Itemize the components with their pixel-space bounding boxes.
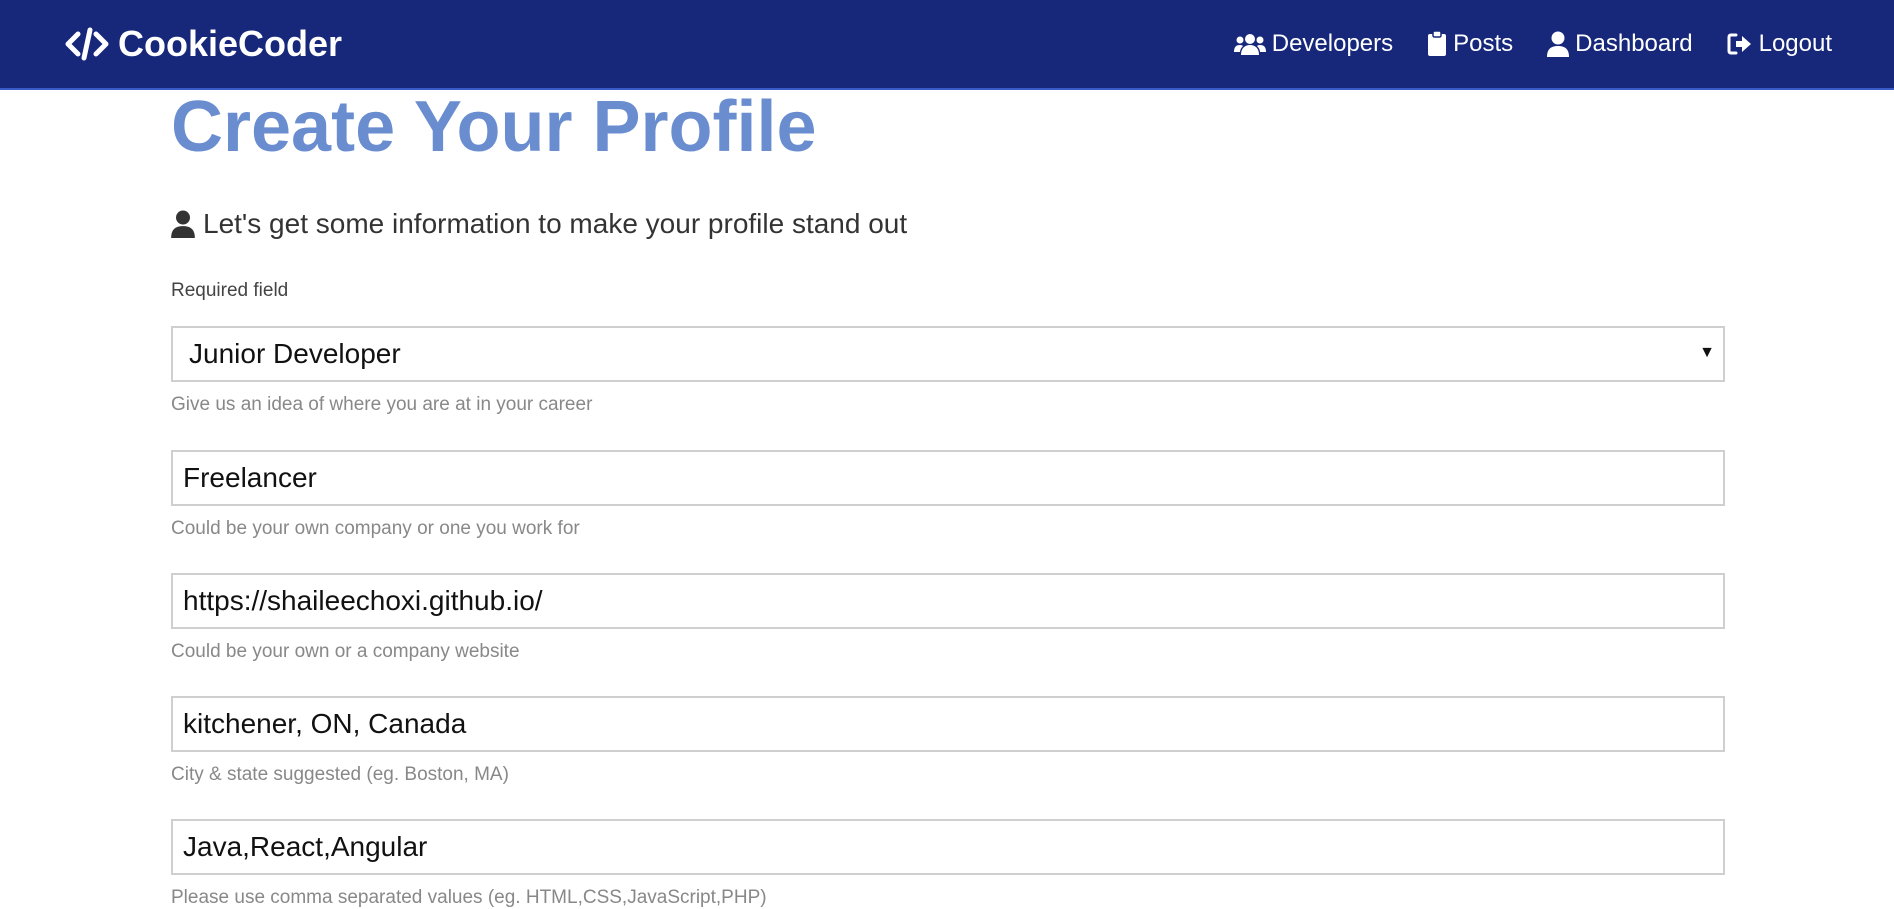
lead-text: Let's get some information to make your … (203, 208, 908, 239)
nav-label: Dashboard (1575, 30, 1693, 57)
clipboard-icon (1427, 31, 1447, 57)
website-field-box (171, 573, 1725, 629)
page-title: Create Your Profile (171, 87, 817, 167)
nav-developers[interactable]: Developers (1233, 30, 1394, 58)
skills-field-box (171, 819, 1725, 875)
brand-name: CookieCoder (118, 23, 343, 64)
nav-label: Developers (1271, 30, 1394, 57)
status-hint: Give us an idea of where you are at in y… (171, 394, 593, 415)
company-hint: Could be your own company or one you wor… (171, 518, 580, 539)
user-icon (171, 210, 195, 238)
user-icon (1547, 31, 1570, 57)
code-icon (64, 27, 110, 61)
main-content: Create Your Profile Let's get some infor… (171, 90, 1725, 302)
status-group: Junior Developer ▼ Give us an idea of wh… (171, 326, 1725, 416)
location-input[interactable] (183, 708, 1713, 740)
nav-posts[interactable]: Posts (1427, 30, 1513, 58)
status-select[interactable]: Junior Developer ▼ (171, 326, 1725, 382)
skills-hint: Please use comma separated values (eg. H… (171, 887, 767, 908)
location-field-box (171, 696, 1725, 752)
website-hint: Could be your own or a company website (171, 641, 520, 662)
logout-icon (1727, 32, 1753, 56)
brand-link[interactable]: CookieCoder (64, 23, 342, 65)
caret-down-icon: ▼ (1699, 344, 1715, 361)
location-hint: City & state suggested (eg. Boston, MA) (171, 764, 509, 785)
website-input[interactable] (183, 585, 1713, 617)
company-field-box (171, 450, 1725, 506)
navbar: CookieCoder Developers Posts Dashboard L… (0, 0, 1894, 90)
nav-label: Logout (1758, 30, 1832, 57)
page-lead: Let's get some information to make your … (171, 208, 1725, 240)
users-icon (1233, 32, 1266, 56)
nav-label: Posts (1453, 30, 1514, 57)
skills-group: Please use comma separated values (eg. H… (171, 819, 1725, 909)
company-group: Could be your own company or one you wor… (171, 450, 1725, 540)
company-input[interactable] (183, 462, 1713, 494)
skills-input[interactable] (183, 831, 1713, 863)
website-group: Could be your own or a company website (171, 573, 1725, 663)
nav-dashboard[interactable]: Dashboard (1547, 30, 1693, 58)
nav-links: Developers Posts Dashboard Logout (1233, 30, 1832, 58)
location-group: City & state suggested (eg. Boston, MA) (171, 696, 1725, 786)
status-value: Junior Developer (189, 338, 401, 369)
nav-logout[interactable]: Logout (1727, 30, 1832, 58)
required-note: Required field (171, 280, 289, 301)
